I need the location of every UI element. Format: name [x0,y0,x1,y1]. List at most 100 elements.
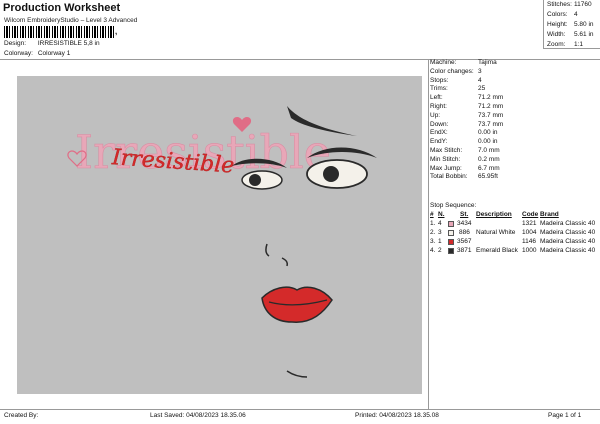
col-st: St. [460,211,469,218]
design-label: Design: [4,40,27,47]
stat-row: Height: 5.80 in [547,20,600,30]
info-value: 65.95ft [478,173,498,181]
cell-code: 1004 [522,229,537,236]
info-label: Min Stitch: [430,155,461,163]
cell-desc: Emerald Black [476,247,518,254]
machine-info: Machine: Tajima Color changes: 3 Stops: 4 T… [430,59,600,182]
info-value: 73.7 mm [478,120,504,128]
stat-value: 5.80 in [574,21,594,28]
color-swatch [448,229,454,236]
stat-value: 5.61 in [574,31,594,38]
info-row: Color changes: 3 [430,68,600,77]
colorway-value: Colorway 1 [37,50,71,57]
info-value: 71.2 mm [478,102,504,110]
design-preview: Irresistible Irresistible [17,76,422,394]
info-value: 7.0 mm [478,146,500,154]
right-pupil [323,166,339,182]
stat-label: Colors: [547,11,568,18]
info-value: 0.00 in [478,129,498,137]
info-label: Max Stitch: [430,146,463,154]
design-background [17,76,422,394]
panel-divider [428,59,429,409]
info-row: Total Bobbin: 65.95ft [430,173,600,182]
cell-brand: Madeira Classic 40 [540,238,596,245]
stat-row: Zoom: 1:1 [547,40,600,50]
stat-row: Width: 5.61 in [547,30,600,40]
col-code: Code [522,211,539,218]
stat-row: Stitches: 11760 [547,0,600,10]
footer-page: Page 1 of 1 [548,412,582,419]
footer-printed: Printed: 04/08/2023 18.35.08 [355,412,439,419]
info-label: Color changes: [430,67,474,75]
info-row: Max Jump: 6.7 mm [430,165,600,174]
cell-n: 4 [438,220,442,227]
stop-sequence: Stop Sequence: # N. St. Description Code… [430,201,600,255]
cell-st: 3567 [457,238,472,245]
color-swatch [448,220,454,227]
info-row: EndX: 0.00 in [430,129,600,138]
info-row: Down: 73.7 mm [430,121,600,130]
col-num: # [430,211,434,218]
stat-value: 1:1 [574,41,584,48]
info-row: Left: 71.2 mm [430,94,600,103]
stat-value: 4 [574,11,578,18]
stop-header-row: # N. St. Description Code Brand [430,210,600,219]
info-row: Up: 73.7 mm [430,112,600,121]
colorway-row: Colorway: Colorway 1 [4,50,70,57]
stat-label: Height: [547,21,568,28]
page-title: Production Worksheet [3,2,121,14]
info-label: EndY: [430,138,448,146]
design-artwork: Irresistible Irresistible [17,76,422,394]
stat-value: 11760 [574,1,592,8]
footer-created: Created By: [4,412,39,419]
info-value: 73.7 mm [478,111,504,119]
info-row: Right: 71.2 mm [430,103,600,112]
table-row: 1. 4 3434 1321 Madeira Classic 40 [430,219,600,228]
col-desc: Description [476,211,512,218]
info-value: 0.2 mm [478,155,500,163]
info-label: Down: [430,120,449,128]
info-label: Right: [430,102,447,110]
cell-brand: Madeira Classic 40 [540,229,596,236]
info-label: Machine: [430,59,457,66]
info-label: Total Bobbin: [430,173,468,181]
design-value: IRRESISTIBLE 5,8 in [37,40,100,47]
info-value: Tajima [478,59,497,66]
left-eye [241,170,283,190]
stop-sequence-title: Stop Sequence: [430,201,600,210]
info-value: 71.2 mm [478,94,504,102]
left-pupil [249,174,261,186]
info-label: Left: [430,94,443,102]
color-swatch [448,247,454,254]
info-row: Stops: 4 [430,77,600,86]
footer-divider [0,409,600,410]
stat-label: Width: [547,31,566,38]
cell-n: 3 [438,229,442,236]
cell-code: 1146 [522,238,536,245]
stat-label: Zoom: [547,41,566,48]
cell-code: 1321 [522,220,537,227]
table-row: 3. 1 3567 1146 Madeira Classic 40 [430,237,600,246]
software-subtitle: Wilcom EmbroideryStudio – Level 3 Advanc… [4,17,138,24]
col-brand: Brand [540,211,559,218]
cell-st: 3434 [457,220,472,227]
color-swatch [448,238,454,245]
stats-box: Stitches: 11760 Colors: 4 Height: 5.80 in W… [543,0,600,49]
colorway-label: Colorway: [4,50,33,57]
info-row: Machine: Tajima [430,59,600,68]
cell-st: 886 [459,229,470,236]
info-row: EndY: 0.00 in [430,138,600,147]
cell-num: 1. [430,220,436,227]
info-label: EndX: [430,129,448,137]
cell-brand: Madeira Classic 40 [540,220,596,227]
cell-num: 2. [430,229,436,236]
info-row: Min Stitch: 0.2 mm [430,156,600,165]
cell-st: 3871 [457,247,472,254]
info-label: Trims: [430,85,448,93]
cell-n: 2 [438,247,442,254]
cell-n: 1 [438,238,442,245]
info-value: 0.00 in [478,138,498,146]
cell-num: 3. [430,238,436,245]
design-name-row: Design: IRRESISTIBLE 5,8 in [4,40,100,47]
table-row: 4. 2 3871 Emerald Black 1000 Madeira Cla… [430,246,600,255]
